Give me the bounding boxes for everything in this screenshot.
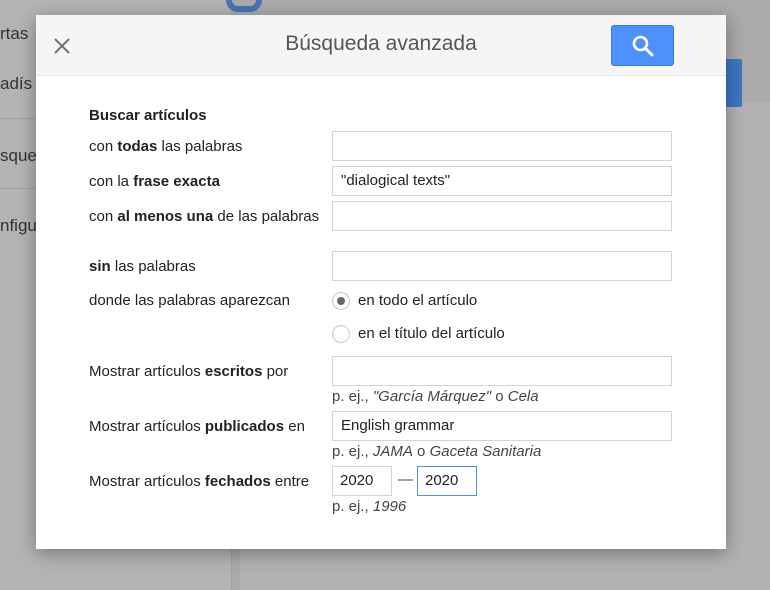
- publication-input[interactable]: English grammar: [332, 411, 672, 441]
- label-at-least-one: con al menos una de las palabras: [89, 208, 320, 225]
- year-from-input[interactable]: 2020: [332, 466, 392, 496]
- radio-circle[interactable]: [332, 325, 350, 343]
- background-sidebar-item: nfigu: [0, 216, 37, 235]
- year-to-input[interactable]: 2020: [417, 466, 477, 496]
- dates-hint: p. ej., 1996: [332, 498, 407, 515]
- dialog-header: Búsqueda avanzada: [36, 15, 726, 76]
- exact-phrase-input[interactable]: "dialogical texts": [332, 166, 672, 196]
- background-sidebar-item: adís: [0, 74, 33, 93]
- radio-label: en el título del artículo: [358, 325, 505, 342]
- advanced-search-dialog: Búsqueda avanzada Buscar artículos con t…: [36, 15, 726, 549]
- all-words-input[interactable]: [332, 131, 672, 161]
- radio-label: en todo el artículo: [358, 292, 478, 309]
- background-logo: [226, 0, 262, 12]
- label-dates: Mostrar artículos fechados entre: [89, 473, 310, 490]
- without-words-input[interactable]: [332, 251, 672, 281]
- label-publication: Mostrar artículos publicados en: [89, 418, 305, 435]
- label-where: donde las palabras aparezcan: [89, 292, 290, 309]
- label-exact-phrase: con la frase exacta: [89, 173, 220, 190]
- search-icon: [632, 35, 654, 57]
- radio-circle-selected[interactable]: [332, 292, 350, 310]
- background-sidebar-item: rtas: [0, 24, 29, 43]
- search-button[interactable]: [611, 25, 674, 66]
- date-separator: —: [398, 471, 413, 488]
- section-title: Buscar artículos: [89, 107, 207, 124]
- at-least-one-input[interactable]: [332, 201, 672, 231]
- author-input[interactable]: [332, 356, 672, 386]
- publication-hint: p. ej., JAMA o Gaceta Sanitaria: [332, 443, 542, 460]
- label-author: Mostrar artículos escritos por: [89, 363, 289, 380]
- label-all-words: con todas las palabras: [89, 138, 243, 155]
- background-sidebar-item: sque: [0, 146, 37, 165]
- label-without-words: sin las palabras: [89, 258, 196, 275]
- author-hint: p. ej., "García Márquez" o Cela: [332, 388, 539, 405]
